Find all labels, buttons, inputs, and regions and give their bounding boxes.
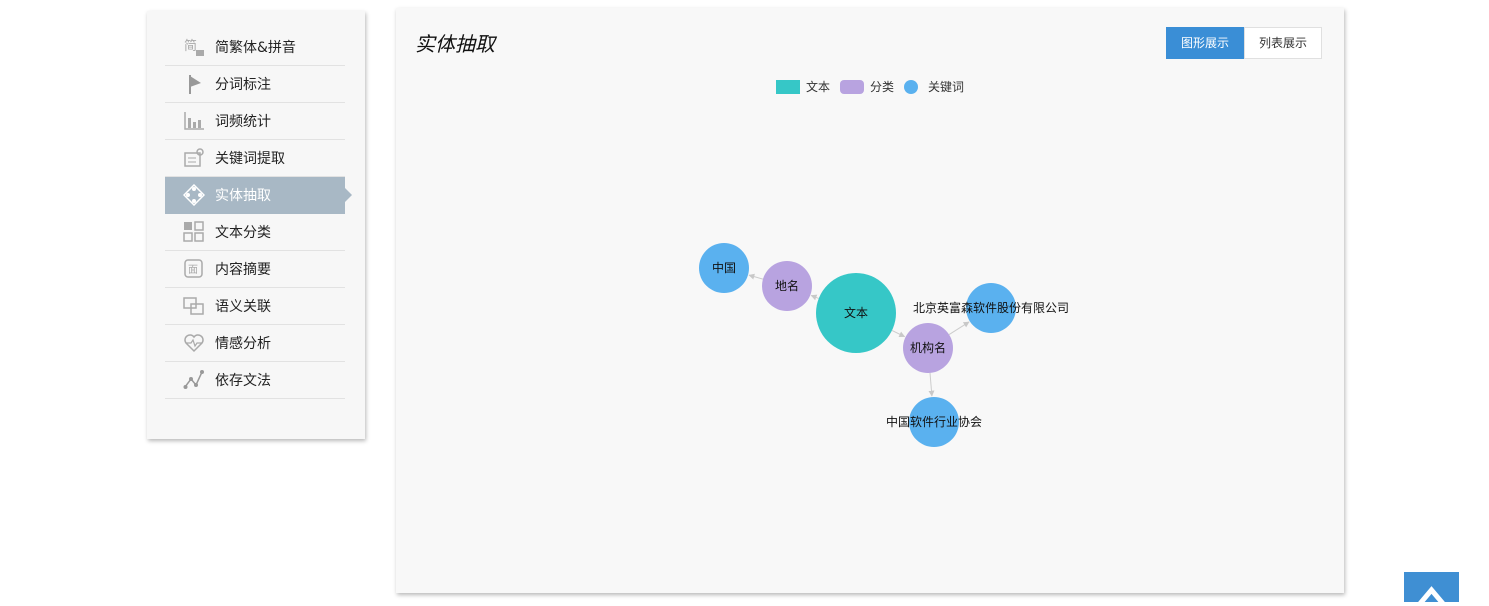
- sidebar-item-label: 内容摘要: [215, 262, 271, 278]
- graph-edge: [891, 330, 906, 338]
- sidebar-item-entity-extraction[interactable]: 实体抽取: [165, 177, 352, 214]
- flag-icon: [183, 73, 205, 95]
- graph-node-org[interactable]: 机构名: [903, 323, 953, 373]
- graph-node-label: 中国: [712, 260, 736, 275]
- sidebar-item-text-classification[interactable]: 文本分类: [165, 214, 345, 251]
- entity-diamond-icon: [183, 184, 205, 206]
- keyword-extract-icon: [183, 147, 205, 169]
- sidebar-item-segmentation[interactable]: 分词标注: [165, 66, 345, 103]
- sidebar-item-label: 语义关联: [215, 299, 271, 315]
- sidebar-item-keyword-extraction[interactable]: 关键词提取: [165, 140, 345, 177]
- graph-edge: [928, 372, 935, 397]
- sidebar-item-label: 词频统计: [215, 114, 271, 130]
- graph-node-label: 中国软件行业协会: [886, 414, 982, 429]
- summary-icon: 面: [183, 258, 205, 280]
- link-squares-icon: [183, 295, 205, 317]
- main-panel: 实体抽取 图形展示 列表展示 文本 分类 关键词 文本 地名 机构名 中国 北京英富森软…: [396, 8, 1344, 593]
- sidebar-item-sentiment-analysis[interactable]: 情感分析: [165, 325, 345, 362]
- graph-node-place[interactable]: 地名: [762, 261, 812, 311]
- graph-edge: [810, 294, 819, 301]
- graph-node-label: 北京英富森软件股份有限公司: [913, 300, 1069, 315]
- sidebar-item-label: 文本分类: [215, 225, 271, 241]
- graph-node-china[interactable]: 中国: [699, 243, 749, 293]
- sidebar-menu: 简 简繁体&拼音 分词标注 词频统计 关键词提取 实体抽取 文本分类 面 内容摘…: [165, 29, 352, 399]
- sidebar-item-content-summary[interactable]: 面 内容摘要: [165, 251, 345, 288]
- svg-text:简: 简: [184, 38, 197, 54]
- traditional-simplified-icon: 简: [183, 36, 205, 58]
- sidebar-item-jianfan-pinyin[interactable]: 简 简繁体&拼音: [165, 29, 345, 66]
- dependency-icon: [183, 369, 205, 391]
- chevron-up-icon: [1416, 586, 1447, 606]
- sidebar-item-word-frequency[interactable]: 词频统计: [165, 103, 345, 140]
- sidebar: 简 简繁体&拼音 分词标注 词频统计 关键词提取 实体抽取 文本分类 面 内容摘…: [147, 11, 365, 439]
- graph-node-label: 地名: [775, 278, 799, 293]
- sidebar-item-label: 简繁体&拼音: [215, 40, 296, 56]
- sidebar-item-label: 实体抽取: [215, 188, 271, 204]
- graph-node-label: 机构名: [910, 340, 946, 355]
- graph-edge: [948, 321, 970, 336]
- sidebar-item-label: 关键词提取: [215, 151, 285, 167]
- bar-chart-icon: [183, 110, 205, 132]
- back-to-top-button[interactable]: [1404, 572, 1459, 606]
- sidebar-item-label: 情感分析: [215, 336, 271, 352]
- graph-node-label: 文本: [844, 305, 868, 320]
- sidebar-item-label: 分词标注: [215, 77, 271, 93]
- graph-node-text[interactable]: 文本: [816, 273, 896, 353]
- svg-text:面: 面: [188, 265, 198, 276]
- sidebar-item-semantic-association[interactable]: 语义关联: [165, 288, 345, 325]
- sidebar-item-dependency-grammar[interactable]: 依存文法: [165, 362, 345, 399]
- graph-node-csia[interactable]: 中国软件行业协会: [886, 397, 982, 447]
- heart-icon: [183, 332, 205, 354]
- entity-graph[interactable]: 文本 地名机构名 中国北京英富森软件股份有限公司中国软件行业协会: [396, 8, 1344, 593]
- sidebar-item-label: 依存文法: [215, 373, 271, 389]
- grid-icon: [183, 221, 205, 243]
- graph-edge: [748, 273, 764, 280]
